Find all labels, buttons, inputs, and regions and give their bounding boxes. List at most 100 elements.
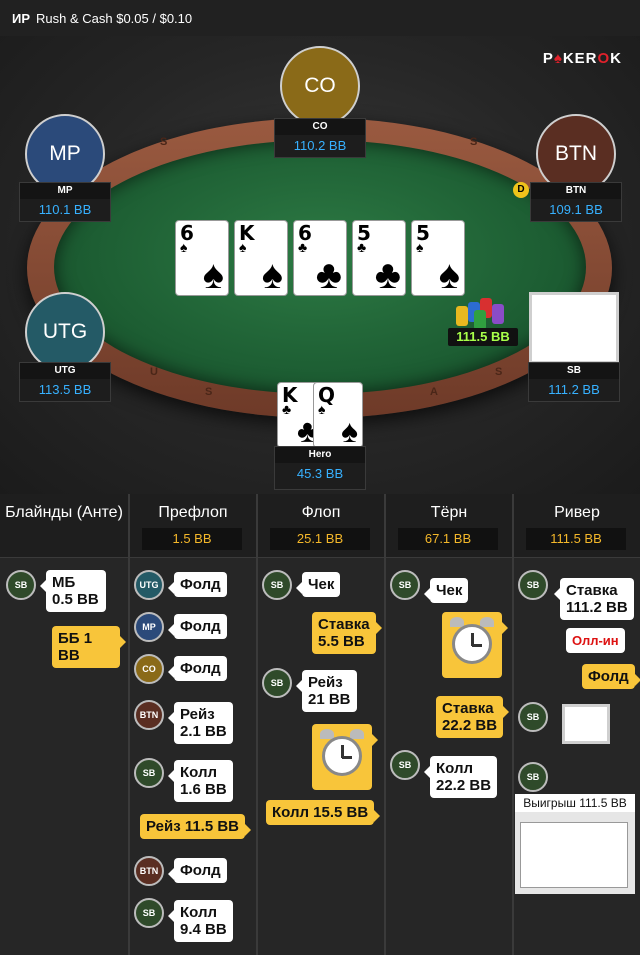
club-icon: ♣ [315,253,342,296]
spade-icon: ♠ [261,253,283,296]
hero-action-bubble: Колл 15.5 BB [266,800,381,825]
shown-cards-placeholder [562,704,610,744]
pos-badge-btn: BTN [134,700,164,730]
pos-badge-sb: SB [518,702,548,732]
seat-sb-avatar[interactable] [529,292,619,364]
poker-table-area: P♠KEROK S S U S A S CO CO 110.2 BB MP MP… [0,36,640,494]
rail-letter: S [495,366,503,378]
rail-letter: U [150,366,158,378]
seat-utg-nameplate: UTG 113.5 BB [19,362,111,402]
hero-action-bubble: Ставка 22.2 BB [436,696,510,738]
spade-icon: ♠ [341,413,358,448]
hero-stack: 45.3 BB [296,466,344,481]
seat-sb-nameplate: SB 111.2 BB [528,362,620,402]
winner-amount: Выигрыш 111.5 BB [515,794,635,812]
pos-badge-utg: UTG [134,570,164,600]
hero-action-bubble: ББ 1 BB [52,626,126,668]
seat-btn-nameplate: BTN 109.1 BB [530,182,622,222]
seat-mp-name: MP [20,183,110,199]
history-col-flop: Флоп 25.1 BB SB Чек Ставка 5.5 BB SB Рей… [258,494,386,955]
hero-action-bubble: Фолд [582,664,640,689]
all-in-label: Олл-ин [566,628,625,653]
street-pot: 111.5 BB [526,528,626,550]
rail-letter: S [470,136,478,148]
action-bubble: Колл 22.2 BB [423,756,498,798]
club-icon: ♣ [298,239,308,255]
street-pot: 25.1 BB [270,528,370,550]
board-card-4: 5 ♣ ♣ [352,220,406,296]
col-title: Ривер [554,504,600,521]
seat-sb-name: SB [529,363,619,379]
pos-badge-sb: SB [6,570,36,600]
rail-letter: S [160,136,168,148]
col-header: Префлоп 1.5 BB [130,494,256,558]
street-pot: 1.5 BB [142,528,242,550]
game-type-label: ИР [12,10,31,26]
seat-co-avatar[interactable]: CO [280,46,360,126]
hero-nameplate: Hero 45.3 BB [274,446,366,490]
pot-chips-icon [454,298,510,330]
header-bar: ИР Rush & Cash $0.05 / $0.10 [0,0,640,36]
hero-card-2: Q ♠ ♠ [313,382,363,448]
winner-cards-placeholder [520,822,628,888]
club-icon: ♣ [357,239,367,255]
action-bubble: Ставка 111.2 BB [554,578,634,620]
seat-co-name: CO [275,119,365,135]
spade-icon: ♠ [416,239,424,255]
table-title: Rush & Cash $0.05 / $0.10 [36,10,193,26]
board-card-3: 6 ♣ ♣ [293,220,347,296]
action-bubble: МБ 0.5 BB [40,570,106,612]
pos-badge-sb: SB [518,570,548,600]
seat-utg-stack: 113.5 BB [38,382,92,397]
seat-mp-label: MP [49,142,81,165]
action-bubble: Чек [295,572,341,597]
pot-amount: 111.5 BB [448,328,518,346]
seat-co-stack: 110.2 BB [293,138,347,153]
action-bubble: Фолд [168,614,227,639]
seat-co-nameplate: CO 110.2 BB [274,118,366,158]
seat-utg-avatar[interactable]: UTG [25,292,105,372]
seat-utg-name: UTG [20,363,110,379]
pos-badge-mp: MP [134,612,164,642]
pos-badge-sb: SB [262,570,292,600]
spade-icon: ♠ [180,239,188,255]
dealer-button-icon: D [513,182,529,198]
pokerok-logo: P♠KEROK [542,50,622,67]
board-card-2: K ♠ ♠ [234,220,288,296]
pos-badge-btn: BTN [134,856,164,886]
col-header: Блайнды (Анте) [0,494,128,558]
action-bubble: Фолд [168,656,227,681]
hero-action-bubble: Рейз 11.5 BB [140,814,252,839]
pos-badge-sb: SB [518,762,548,792]
spade-icon: ♠ [202,253,224,296]
action-bubble: Колл 9.4 BB [168,900,233,942]
col-header: Ривер 111.5 BB [514,494,640,558]
pos-badge-sb: SB [262,668,292,698]
pos-badge-sb: SB [390,750,420,780]
winner-box: Выигрыш 111.5 BB [515,794,635,894]
rail-letter: A [430,386,438,398]
hero-name: Hero [275,447,365,463]
seat-mp-stack: 110.1 BB [38,202,92,217]
col-header: Тёрн 67.1 BB [386,494,512,558]
action-bubble: Фолд [168,572,227,597]
timeout-alarm-icon [442,612,508,678]
seat-utg-label: UTG [42,320,88,343]
seat-btn-stack: 109.1 BB [549,202,603,217]
club-icon: ♣ [374,253,401,296]
pos-badge-sb: SB [134,758,164,788]
street-pot: 67.1 BB [398,528,498,550]
hand-history-panel: Блайнды (Анте) SB МБ 0.5 BB ББ 1 BB Преф… [0,494,640,955]
history-col-turn: Тёрн 67.1 BB SB Чек Ставка 22.2 BB SB Ко… [386,494,514,955]
action-bubble: Фолд [168,858,227,883]
spade-icon: ♠ [318,401,326,417]
pos-badge-sb: SB [390,570,420,600]
rail-letter: S [205,386,213,398]
seat-btn-label: BTN [555,142,597,165]
action-bubble: Рейз 21 BB [296,670,357,712]
col-header: Флоп 25.1 BB [258,494,384,558]
col-title: Блайнды (Анте) [5,504,123,521]
pos-badge-co: CO [134,654,164,684]
action-bubble: Рейз 2.1 BB [168,702,233,744]
board-card-5: 5 ♠ ♠ [411,220,465,296]
